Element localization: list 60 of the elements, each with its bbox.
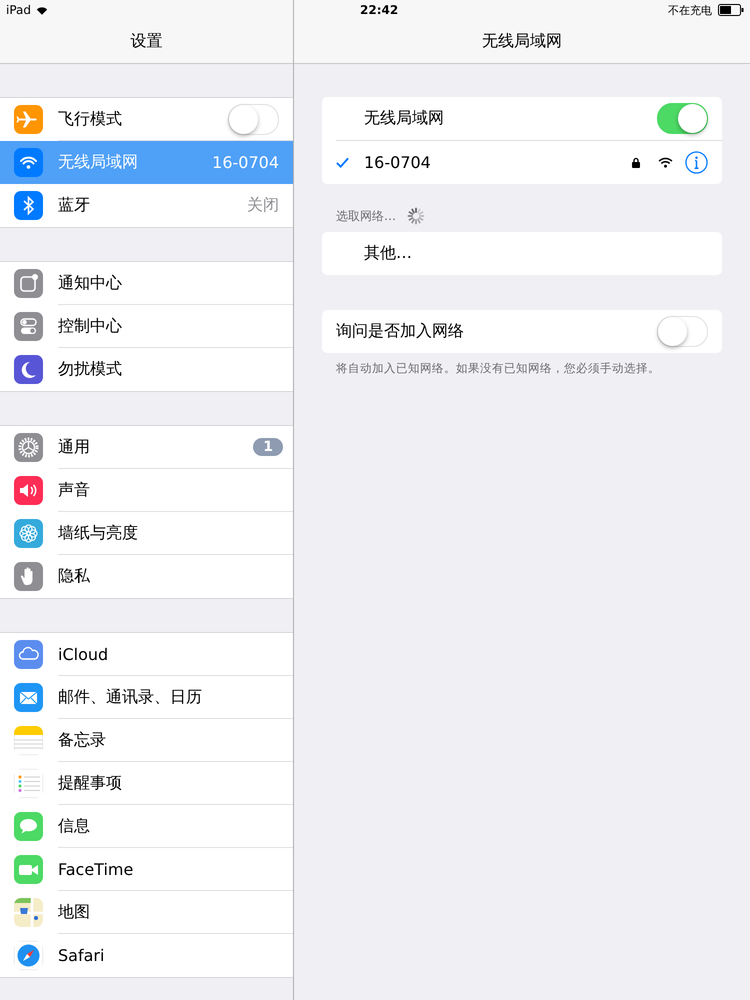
cloud-icon — [14, 640, 43, 669]
row-label: 控制中心 — [58, 316, 122, 336]
toggle-switch[interactable] — [657, 316, 708, 347]
bluetooth-icon — [14, 191, 43, 220]
toggle-switch[interactable] — [657, 103, 708, 134]
switches-icon — [14, 312, 43, 341]
row-label: 声音 — [58, 480, 90, 500]
count-badge: 1 — [253, 438, 283, 456]
lock-icon — [632, 157, 640, 168]
row-value: 关闭 — [247, 195, 279, 216]
notepad-icon — [14, 726, 43, 755]
speech-bubble-icon — [14, 812, 43, 841]
row-label: 蓝牙 — [58, 195, 90, 216]
row-value: 16-0704 — [212, 153, 279, 172]
row-label: 信息 — [58, 816, 90, 836]
notification-icon — [14, 269, 43, 298]
wifi-icon — [14, 148, 43, 177]
navigation-title: 无线局域网 — [482, 31, 562, 52]
hand-icon — [14, 562, 43, 591]
toggle-switch[interactable] — [228, 104, 279, 134]
map-icon — [14, 898, 43, 927]
video-camera-icon — [14, 855, 43, 884]
checklist-icon — [14, 769, 43, 798]
row-label: 勿扰模式 — [58, 359, 122, 380]
speaker-icon — [14, 476, 43, 505]
other-network-row[interactable]: 其他… — [322, 232, 722, 275]
row-label: 通知中心 — [58, 272, 122, 294]
airplane-icon — [14, 105, 43, 134]
footer-note: 将自动加入已知网络。如果没有已知网络，您必须手动选择。 — [336, 361, 661, 376]
row-label: Safari — [58, 946, 104, 965]
row-label: 地图 — [58, 902, 90, 922]
row-label: 通用 — [58, 436, 90, 458]
section-header: 选取网络… — [336, 208, 396, 224]
row-label: 墙纸与亮度 — [58, 522, 138, 544]
spinner-icon — [406, 206, 426, 226]
network-name: 16-0704 — [364, 153, 432, 172]
charging-status: 不在充电 — [668, 2, 712, 18]
envelope-icon — [14, 683, 43, 712]
row-label: 无线局域网 — [364, 108, 444, 129]
clock-time: 22:42 — [360, 3, 398, 17]
row-label: iCloud — [58, 644, 108, 664]
row-label: 无线局域网 — [58, 152, 138, 173]
row-label: 提醒事项 — [58, 772, 122, 794]
flower-icon — [14, 519, 43, 548]
battery-icon — [718, 4, 744, 16]
row-label: FaceTime — [58, 860, 134, 878]
network-row[interactable]: 16-0704 — [322, 141, 722, 184]
row-label: 备忘录 — [58, 730, 106, 750]
row-label: 邮件、通讯录、日历 — [58, 686, 202, 708]
moon-icon — [14, 355, 43, 384]
gear-icon — [14, 433, 43, 462]
info-icon[interactable] — [685, 151, 708, 174]
row-label: 飞行模式 — [58, 108, 122, 130]
compass-icon — [14, 941, 43, 970]
row-label: 询问是否加入网络 — [336, 321, 464, 342]
device-name: iPad — [6, 3, 32, 17]
wifi-icon — [36, 6, 48, 14]
wifi-icon — [658, 157, 673, 168]
row-label: 隐私 — [58, 566, 90, 587]
navigation-title: 设置 — [130, 31, 162, 52]
